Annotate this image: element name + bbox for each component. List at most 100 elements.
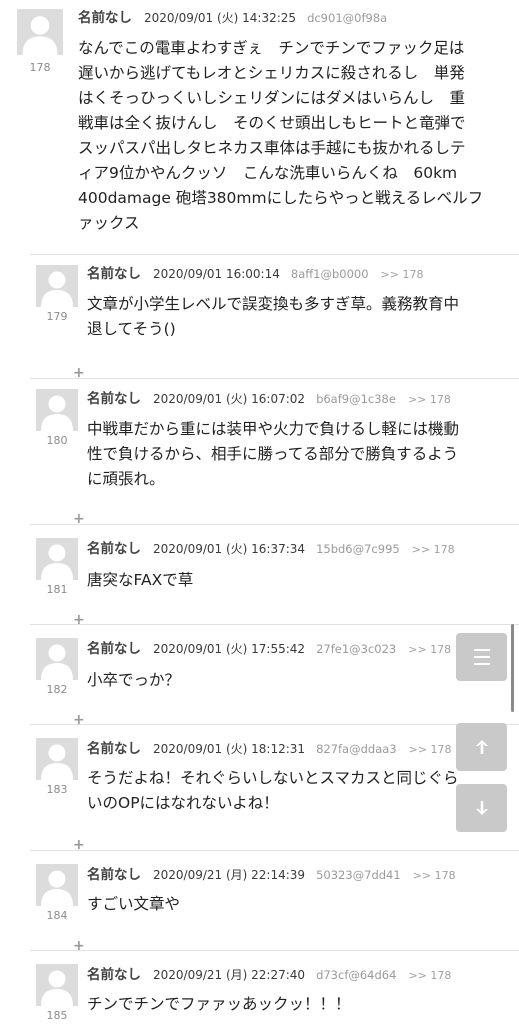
comment-line: ァックス [78,214,140,232]
comment-number: 183 [46,783,68,796]
user-silhouette-icon [41,870,73,906]
comment-line: 退してそう() [87,320,176,338]
post-timestamp: 2020/09/21 (月) 22:14:39 [153,868,306,882]
comment-header: 名前なし 2020/09/01 (火) 16:07:02 b6af9@1c38e >>… [87,390,451,409]
user-silhouette-icon [41,271,73,307]
user-id: dc901@0f98a [307,11,388,25]
comment-number: 181 [46,583,68,596]
comment-body: なんでこの電車よわすぎぇ チンでチンでファック足は 遅いから逃げてもレオとシェリカ… [78,36,508,236]
comment-line: 文章が小学生レベルで誤変換も多すぎ草。義務教育中 [87,295,460,313]
comment-body: チンでチンでファァッあックッ！！！ [87,992,497,1017]
menu-button[interactable] [456,633,507,681]
user-id: d73cf@64d64 [316,968,397,982]
comment-header: 名前なし 2020/09/21 (月) 22:27:40 d73cf@64d64 >>… [87,966,451,985]
comment-line: 中戦車だから重には装甲や火力で負けるし軽には機動 [87,420,460,438]
reply-anchor-link[interactable]: >> 178 [412,543,455,556]
reply-anchor-link[interactable]: >> 178 [408,393,451,406]
comment-number: 185 [46,1009,68,1022]
comment-line: 性で負けるから、相手に勝ってる部分で勝負するよう [87,445,459,463]
comment-thread: 178 名前なし 2020/09/01 (火) 14:32:25 dc901@0f98… [0,0,519,1024]
reply-anchor-link[interactable]: >> 178 [408,969,451,982]
avatar [17,9,63,55]
avatar [36,864,78,906]
scroll-up-button[interactable] [456,723,507,771]
author-name: 名前なし [87,641,141,657]
reply-anchor-link[interactable]: >> 178 [381,268,424,281]
author-name: 名前なし [87,867,141,883]
comment-number: 182 [46,683,68,696]
author-name: 名前なし [87,541,141,557]
comment-header: 名前なし 2020/09/01 (火) 17:55:42 27fe1@3c023 >>… [87,640,451,659]
avatar [36,538,78,580]
comment-line: すごい文章や [87,895,181,913]
comment-number: 178 [29,61,51,74]
user-id: 27fe1@3c023 [316,642,397,656]
comment-body: そうだよね！それぐらいしないとスマカスと同じぐら いのOPにはなれないよね！ [87,766,497,816]
user-id: 827fa@ddaa3 [316,742,397,756]
user-id: 8aff1@b0000 [290,267,369,281]
post-timestamp: 2020/09/01 (火) 18:12:31 [153,742,306,756]
comment-line: スッパスパ出しタヒネカス車体は手越にも抜かれるしテ [78,139,466,157]
comment-number: 179 [46,310,68,323]
reply-anchor-link[interactable]: >> 178 [409,743,452,756]
avatar [36,638,78,680]
comment-header: 名前なし 2020/09/01 (火) 18:12:31 827fa@ddaa3 >>… [87,740,452,759]
comment-header: 名前なし 2020/09/01 (火) 16:37:34 15bd6@7c995 >>… [87,540,455,559]
comment-line: そうだよね！それぐらいしないとスマカスと同じぐら [87,769,459,787]
avatar [36,738,78,780]
comment-header: 名前なし 2020/09/01 16:00:14 8aff1@b0000 >> 178 [87,265,423,284]
comment-header: 名前なし 2020/09/01 (火) 14:32:25 dc901@0f98a [78,9,399,27]
comment-post: 178 名前なし 2020/09/01 (火) 14:32:25 dc901@0f98… [0,0,519,254]
comment-line: ィア9位かやんクッソ こんな洗車いらんくね 60km [78,164,458,182]
comment-header: 名前なし 2020/09/21 (月) 22:14:39 50323@7dd41 >>… [87,866,456,885]
author-name: 名前なし [87,391,141,407]
comment-post: 182 名前なし 2020/09/01 (火) 17:55:42 27fe1@3c02… [30,624,519,727]
reply-anchor-link[interactable]: >> 178 [408,643,451,656]
comment-number: 184 [46,909,68,922]
comment-line: 唐突なFAXで草 [87,571,194,589]
author-name: 名前なし [87,741,141,757]
comment-line: なんでこの電車よわすぎぇ チンでチンでファック足は [78,39,465,57]
comment-line: はくそっひっくいしシェリダンにはダメはいらんし 重 [78,89,466,107]
comment-body: 小卒でっか？ [87,668,497,693]
comment-line: 遅いから逃げてもレオとシェリカスに殺されるし 単発 [78,64,465,82]
comment-number: 180 [46,434,68,447]
comment-line: 戦車は全く抜けんし そのくせ頭出しもヒートと竜弾で [78,114,466,132]
comment-line: 400damage 砲塔380mmにしたらやっと戦えるレベルフ [78,189,484,207]
post-timestamp: 2020/09/01 (火) 16:37:34 [153,542,306,556]
hamburger-menu-icon [473,649,490,665]
scroll-down-button[interactable] [456,784,507,832]
user-silhouette-icon [41,744,73,780]
user-silhouette-icon [41,970,73,1006]
comment-body: 唐突なFAXで草 [87,568,497,593]
comment-line: いのOPにはなれないよね！ [87,794,279,812]
post-timestamp: 2020/09/01 (火) 17:55:42 [153,642,306,656]
avatar [36,389,78,431]
post-timestamp: 2020/09/01 16:00:14 [153,267,280,281]
avatar [36,265,78,307]
avatar [36,964,78,1006]
comment-post: 183 名前なし 2020/09/01 (火) 18:12:31 827fa@ddaa… [30,724,519,852]
user-id: 15bd6@7c995 [316,542,400,556]
user-silhouette-icon [41,544,73,580]
comment-post: 179 名前なし 2020/09/01 16:00:14 8aff1@b0000 >> … [30,254,519,380]
user-id: b6af9@1c38e [316,392,396,406]
user-id: 50323@7dd41 [316,868,401,882]
comment-body: すごい文章や [87,892,497,917]
scrollbar[interactable] [511,624,514,712]
user-silhouette-icon [41,395,73,431]
post-timestamp: 2020/09/01 (火) 16:07:02 [153,392,306,406]
comment-post: 181 名前なし 2020/09/01 (火) 16:37:34 15bd6@7c99… [30,524,519,627]
comment-post: 184 名前なし 2020/09/21 (月) 22:14:39 50323@7dd4… [30,850,519,953]
comment-body: 文章が小学生レベルで誤変換も多すぎ草。義務教育中 退してそう() [87,292,497,342]
reply-anchor-link[interactable]: >> 178 [413,869,456,882]
post-timestamp: 2020/09/21 (月) 22:27:40 [153,968,306,982]
post-timestamp: 2020/09/01 (火) 14:32:25 [144,11,297,25]
author-name: 名前なし [87,266,141,282]
author-name: 名前なし [87,967,141,983]
user-silhouette-icon [41,644,73,680]
comment-line: に頑張れ。 [87,470,165,488]
comment-line: チンでチンでファァッあックッ！！！ [87,995,351,1013]
author-name: 名前なし [78,10,132,26]
arrow-down-icon [475,801,488,815]
